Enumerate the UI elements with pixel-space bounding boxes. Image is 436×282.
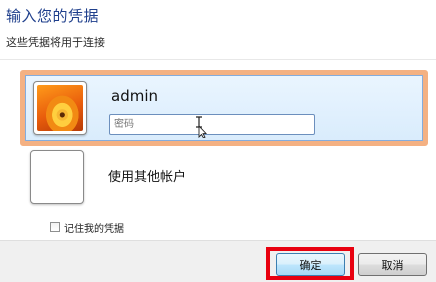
credentials-dialog: 输入您的凭据 这些凭据将用于连接 admin 使用其他帐户 记住我的凭据 确定 …: [0, 0, 436, 282]
remember-label: 记住我的凭据: [64, 223, 124, 235]
flower-image: [37, 85, 83, 131]
account-tile-admin[interactable]: admin: [20, 70, 428, 146]
blank-user-tile-icon: [30, 150, 84, 204]
text-cursor-arrow-icon: [196, 116, 207, 138]
password-input[interactable]: [109, 114, 315, 135]
remember-checkbox[interactable]: [50, 222, 60, 232]
account-username: admin: [111, 87, 158, 105]
use-other-account-tile[interactable]: 使用其他帐户: [20, 148, 428, 208]
dialog-subtitle: 这些凭据将用于连接: [6, 36, 105, 49]
use-other-account-label: 使用其他帐户: [108, 170, 187, 185]
dialog-title: 输入您的凭据: [6, 7, 100, 25]
ok-button[interactable]: 确定: [276, 253, 345, 276]
cancel-button[interactable]: 取消: [358, 253, 427, 276]
user-flower-avatar-icon: [33, 81, 87, 135]
remember-credentials-option[interactable]: 记住我的凭据: [50, 220, 124, 235]
